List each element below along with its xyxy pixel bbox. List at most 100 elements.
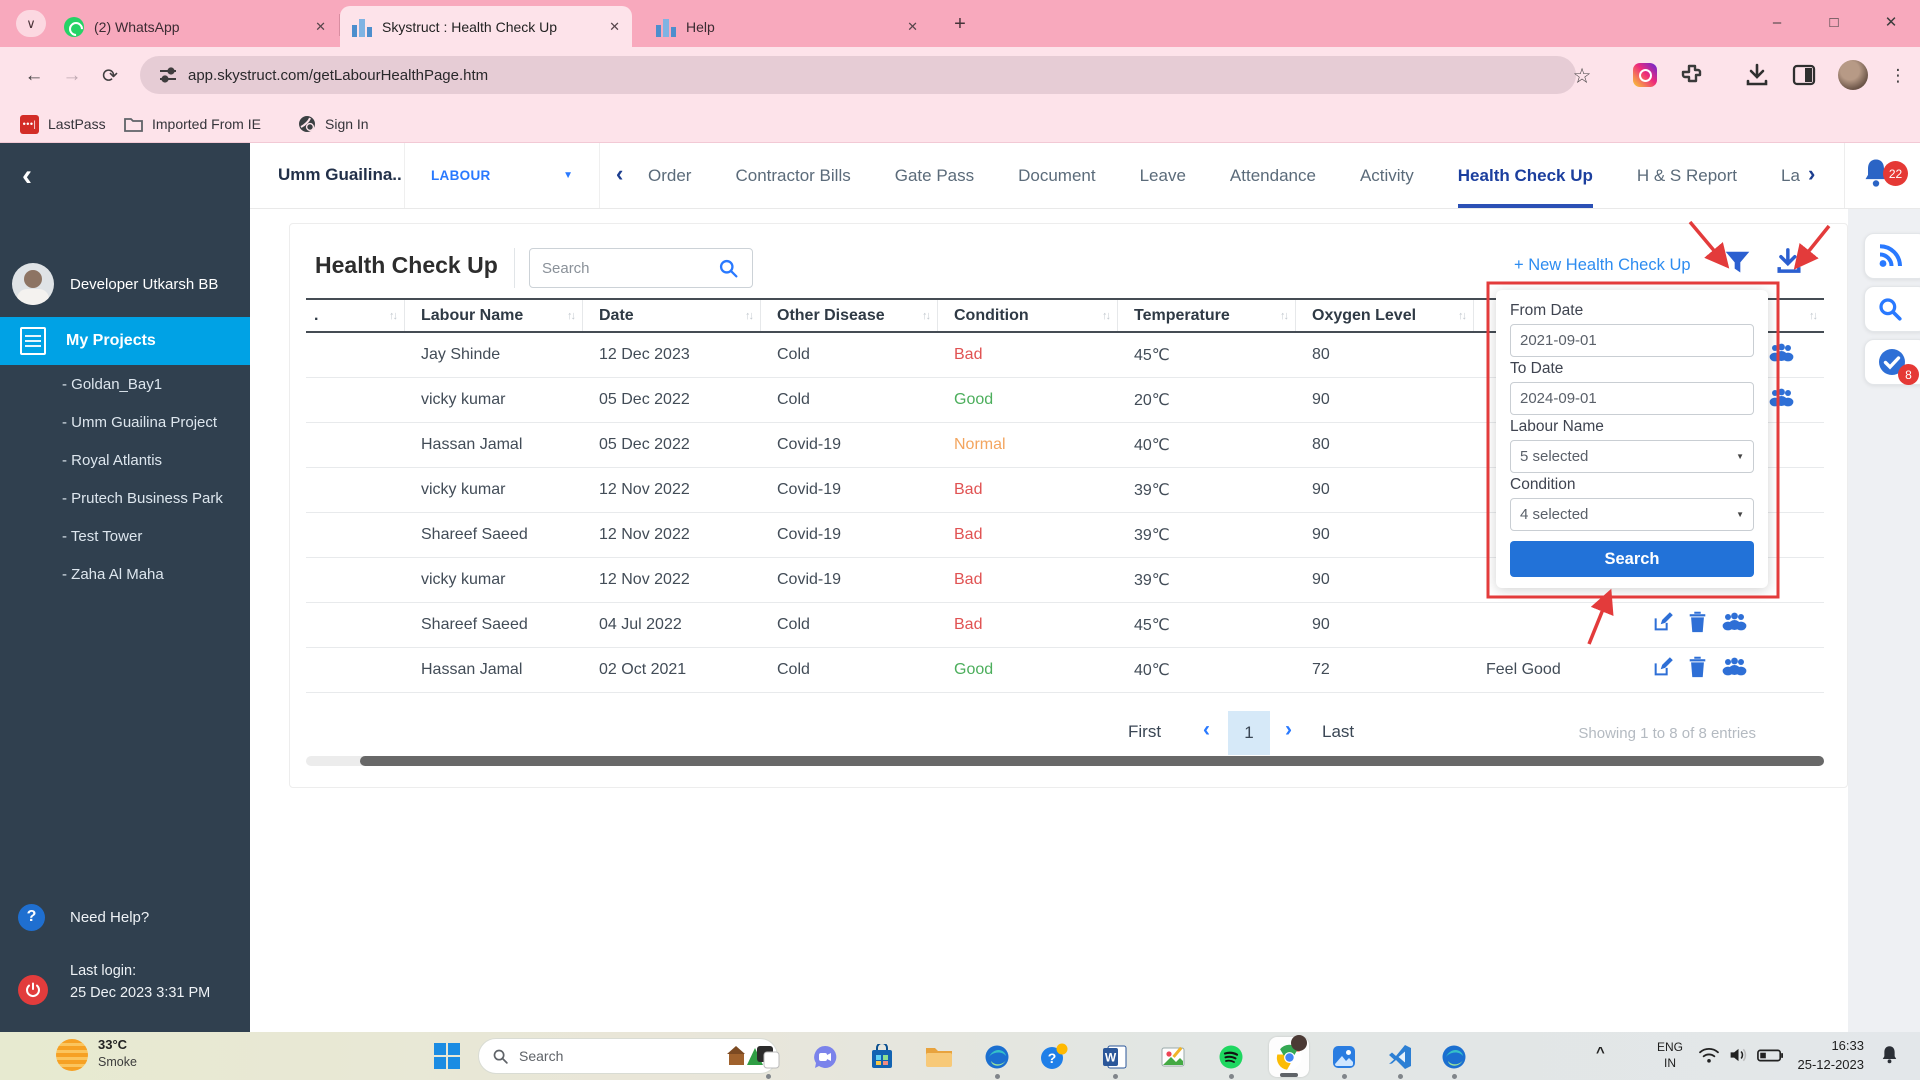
delete-icon[interactable] [1688,656,1707,678]
file-explorer-icon[interactable] [919,1037,959,1077]
weather-temp[interactable]: 33°C [98,1037,127,1052]
table-header-cell[interactable]: . ↑↓ [306,300,405,331]
search-input[interactable] [542,259,718,277]
tabs-scroll-right-icon[interactable]: › [1808,161,1815,187]
nav-tab[interactable]: Activity [1360,143,1414,208]
bookmark-signin[interactable]: Sign In [298,112,369,136]
bookmark-folder-imported[interactable]: Imported From IE [124,112,261,136]
table-row[interactable]: Shareef Saeed 04 Jul 2022 Cold Bad 45℃ 9… [306,603,1824,648]
search-icon[interactable] [718,258,739,279]
chrome-icon-active[interactable] [1269,1035,1309,1077]
downloads-icon[interactable] [1744,62,1770,88]
nav-tab[interactable]: Attendance [1230,143,1316,208]
tray-notifications-icon[interactable] [1880,1044,1899,1066]
table-row[interactable]: Hassan Jamal 02 Oct 2021 Cold Good 40℃ 7… [306,648,1824,693]
table-header-cell[interactable]: Labour Name ↑↓ [405,300,583,331]
photos-icon[interactable] [1324,1037,1364,1077]
table-header-cell[interactable]: Date ↑↓ [583,300,761,331]
edge-icon[interactable] [1434,1037,1474,1077]
pagination-last[interactable]: Last [1322,722,1354,742]
tray-expand-icon[interactable]: ^ [1596,1044,1605,1061]
delete-icon[interactable] [1688,611,1707,633]
tab-close-icon[interactable]: ✕ [907,19,918,35]
sidebar-item-need-help[interactable]: ? Need Help? [0,901,250,933]
pagination-prev-icon[interactable]: ‹ [1203,718,1210,742]
sort-icon[interactable]: ↑↓ [389,310,398,322]
sort-icon[interactable]: ↑↓ [922,310,931,322]
edit-icon[interactable] [1652,656,1674,678]
new-health-checkup-link[interactable]: + New Health Check Up [1514,256,1691,275]
ms-store-icon[interactable] [862,1037,902,1077]
taskbar-search[interactable]: Search [478,1038,778,1074]
nav-tab[interactable]: La [1781,143,1800,208]
from-date-input[interactable] [1510,324,1754,357]
browser-menu-icon[interactable]: ⋮ [1882,60,1914,92]
sort-icon[interactable]: ↑↓ [745,310,754,322]
url-text[interactable]: app.skystruct.com/getLabourHealthPage.ht… [188,67,488,84]
address-bar[interactable]: app.skystruct.com/getLabourHealthPage.ht… [140,56,1576,94]
word-icon[interactable]: W [1095,1037,1135,1077]
volume-icon[interactable] [1728,1046,1749,1064]
windows-start-button[interactable] [434,1043,460,1069]
table-header-cell[interactable]: Temperature ↑↓ [1118,300,1296,331]
weather-desc[interactable]: Smoke [98,1055,137,1069]
assign-people-icon[interactable] [1768,343,1795,363]
sidebar-collapse-icon[interactable]: ‹ [22,161,32,191]
tab-whatsapp[interactable]: (2) WhatsApp ✕ [52,6,338,47]
instagram-extension-icon[interactable] [1633,63,1657,87]
tab-close-icon[interactable]: ✕ [315,19,326,35]
tabs-scroll-left-icon[interactable]: ‹ [616,161,623,187]
extensions-puzzle-icon[interactable] [1680,63,1704,87]
quick-search-button[interactable] [1864,286,1920,332]
current-project-name[interactable]: Umm Guailina.. [278,165,402,185]
to-date-input[interactable] [1510,382,1754,415]
sidebar-project-item[interactable]: - Test Tower [0,517,250,555]
table-search-box[interactable] [529,248,753,288]
todo-button[interactable]: 8 [1864,339,1920,385]
sidebar-project-item[interactable]: - Prutech Business Park [0,479,250,517]
nav-tab[interactable]: H & S Report [1637,143,1737,208]
horizontal-scrollbar-thumb[interactable] [360,756,1824,766]
sidebar-project-item[interactable]: - Royal Atlantis [0,441,250,479]
nav-tab[interactable]: Contractor Bills [735,143,850,208]
window-close-button[interactable]: ✕ [1866,0,1916,44]
bookmark-lastpass[interactable]: •••| LastPass [20,112,106,136]
nav-tab[interactable]: Document [1018,143,1095,208]
chat-icon[interactable] [805,1037,845,1077]
edit-icon[interactable] [1652,611,1674,633]
export-download-icon[interactable] [1774,247,1804,278]
image-viewer-icon[interactable] [1153,1037,1193,1077]
tab-close-icon[interactable]: ✕ [609,19,620,35]
logout-power-icon[interactable] [18,975,48,1005]
wifi-icon[interactable] [1698,1046,1720,1064]
pagination-page-1[interactable]: 1 [1228,711,1270,755]
sort-icon[interactable]: ↑↓ [1809,310,1818,322]
profile-avatar[interactable] [1838,60,1868,90]
forward-icon[interactable]: → [56,60,88,92]
back-icon[interactable]: ← [18,60,50,92]
vscode-icon[interactable] [1380,1037,1420,1077]
pagination-next-icon[interactable]: › [1285,718,1292,742]
site-settings-icon[interactable] [158,65,178,85]
assign-people-icon[interactable] [1768,388,1795,408]
nav-tab[interactable]: Leave [1140,143,1186,208]
condition-select[interactable]: 4 selected ▼ [1510,498,1754,531]
new-tab-button[interactable]: + [946,10,974,38]
taskbar-clock[interactable]: 16:33 25-12-2023 [1786,1037,1865,1075]
tab-skystruct[interactable]: Skystruct : Health Check Up ✕ [340,6,632,47]
sort-icon[interactable]: ↑↓ [567,310,576,322]
sort-icon[interactable]: ↑↓ [1280,310,1289,322]
sidebar-project-item[interactable]: - Goldan_Bay1 [0,365,250,403]
bookmark-star-icon[interactable]: ☆ [1566,60,1598,92]
sidebar-project-item[interactable]: - Zaha Al Maha [0,555,250,593]
filter-search-button[interactable]: Search [1510,541,1754,577]
pagination-first[interactable]: First [1128,722,1161,742]
spotify-icon[interactable] [1211,1037,1251,1077]
nav-tab[interactable]: Health Check Up [1457,143,1593,208]
tab-help[interactable]: Help ✕ [644,6,930,47]
nav-tab[interactable]: Order [648,143,691,208]
table-header-cell[interactable]: Other Disease ↑↓ [761,300,938,331]
battery-icon[interactable] [1757,1049,1783,1062]
weather-icon[interactable] [56,1039,88,1071]
notifications-button[interactable]: 22 [1844,143,1920,208]
